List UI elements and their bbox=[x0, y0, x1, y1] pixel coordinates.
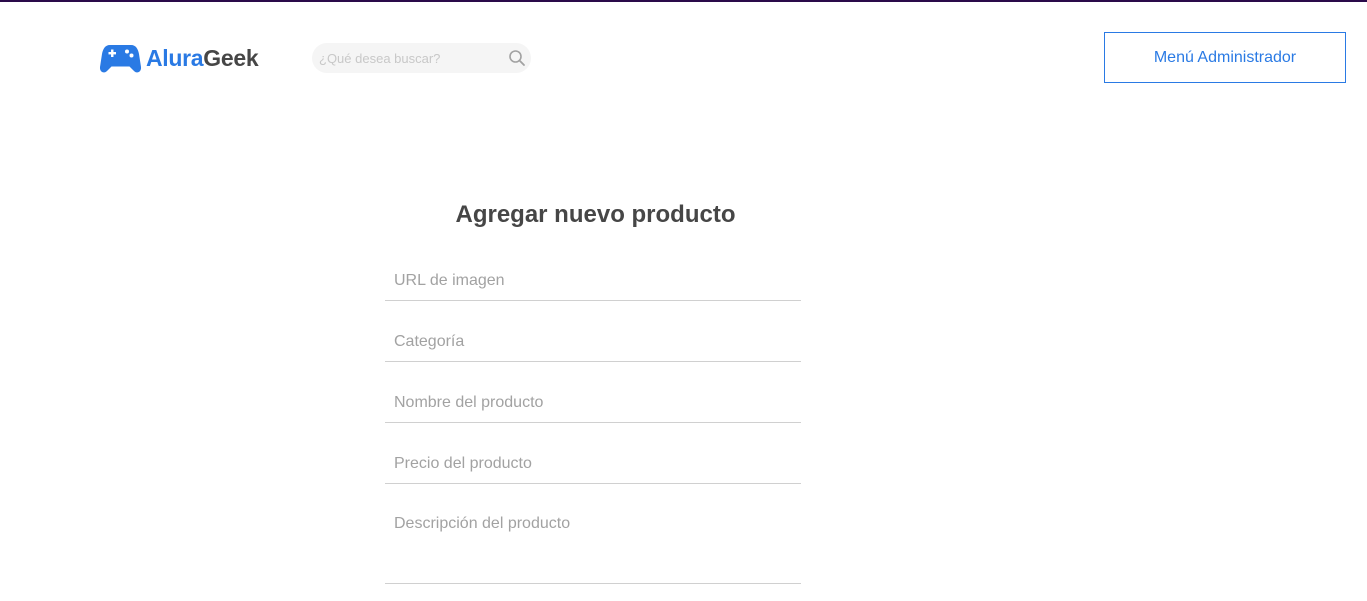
admin-menu-button[interactable]: Menú Administrador bbox=[1104, 32, 1346, 83]
brand-logo-link[interactable]: AluraGeek bbox=[100, 42, 259, 74]
brand-name-alura: Alura bbox=[146, 45, 204, 71]
product-name-field[interactable] bbox=[385, 383, 801, 423]
site-header: AluraGeek Menú Administrador bbox=[0, 2, 1367, 112]
search-input[interactable] bbox=[319, 43, 504, 73]
search-bar bbox=[312, 43, 531, 73]
search-icon[interactable] bbox=[508, 49, 526, 67]
image-url-field[interactable] bbox=[385, 261, 801, 301]
brand-name: AluraGeek bbox=[146, 42, 259, 74]
product-price-field[interactable] bbox=[385, 444, 801, 484]
form-title: Agregar nuevo producto bbox=[455, 201, 736, 228]
brand-name-geek: Geek bbox=[203, 45, 259, 71]
product-description-field[interactable] bbox=[385, 505, 801, 584]
gamepad-icon bbox=[100, 42, 141, 74]
category-field[interactable] bbox=[385, 322, 801, 362]
